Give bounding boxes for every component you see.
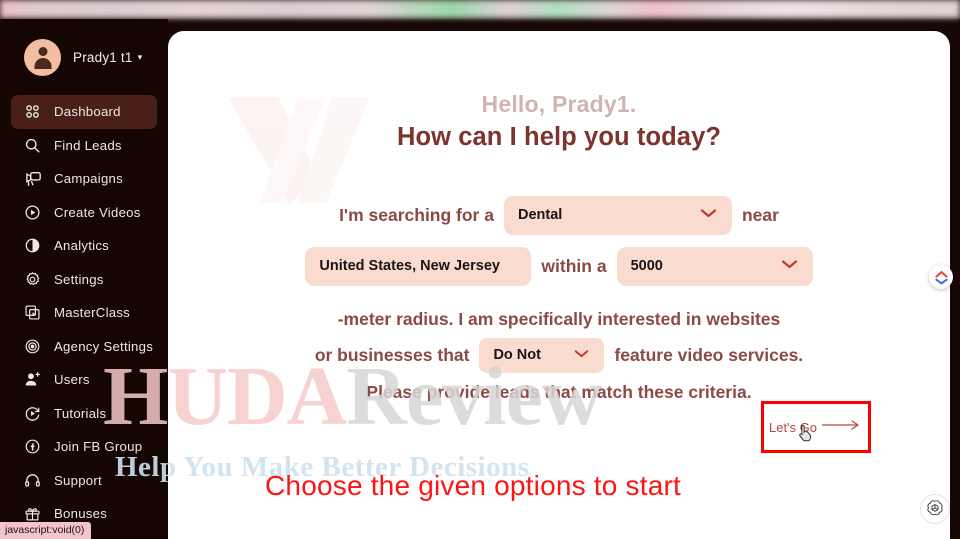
sidebar-item-support[interactable]: Support [11,464,157,498]
play-refresh-icon [22,403,43,424]
sidebar-item-dashboard[interactable]: Dashboard [11,95,157,129]
sidebar-label: Agency Settings [54,338,154,354]
label-or-businesses: or businesses that [314,344,470,365]
sidebar-label: Support [54,472,102,488]
hand-pointer-cursor [799,424,812,442]
label-please-provide: Please provide leads that match these cr… [366,381,752,402]
sidebar-item-analytics[interactable]: Analytics [11,229,157,263]
user-name-label: Prady1 t1 [73,49,133,65]
grid-icon [22,101,43,122]
gear-icon [22,269,43,290]
sidebar-item-settings[interactable]: Settings [11,263,157,297]
label-feature-video: feature video services. [614,344,804,365]
feature-value: Do Not [493,347,541,363]
prompt-line-1: I'm searching for a Dental near [168,193,950,237]
feature-dropdown[interactable]: Do Not [479,337,605,373]
play-circle-icon [22,202,43,223]
sidebar-label: Dashboard [54,104,121,120]
prompt-line-3: -meter radius. I am specifically interes… [168,306,950,332]
category-dropdown[interactable]: Dental [503,195,732,235]
user-avatar-icon [24,38,61,76]
label-searching-for: I'm searching for a [339,204,494,225]
sidebar-label: Join FB Group [54,439,143,455]
main-content-card: Hello, Prady1. How can I help you today?… [168,31,950,539]
target-gear-icon [22,336,43,357]
chevron-down-icon [573,347,590,363]
sidebar-label: Settings [54,271,104,287]
search-icon [22,135,43,156]
prompt-line-4: or businesses that Do Not feature video … [168,335,950,375]
sidebar-item-join-fb-group[interactable]: Join FB Group [11,430,157,464]
megaphone-icon [22,168,43,189]
sidebar-label: Analytics [54,238,110,254]
prompt-line-2: United States, New Jersey within a 5000 [168,244,950,288]
browser-toolbar-overlay [0,0,960,19]
sidebar-label: Find Leads [54,137,122,153]
sidebar-label: Bonuses [54,506,108,522]
headset-icon [22,470,43,491]
radius-dropdown[interactable]: 5000 [616,246,813,286]
openai-logo-icon[interactable] [920,494,950,524]
colored-chevron-widget-icon[interactable] [929,265,953,289]
sidebar: Prady1 t1 ▾ Dashboard Find Leads Campaig… [0,19,168,539]
video-stack-icon [22,302,43,323]
radius-value: 5000 [630,258,663,274]
lets-go-button[interactable]: Let's Go [761,401,871,453]
sidebar-label: Campaigns [54,171,123,187]
label-within-a: within a [541,255,607,276]
long-arrow-right-icon [821,418,863,436]
sidebar-item-users[interactable]: Users [11,363,157,397]
app-window: Prady1 t1 ▾ Dashboard Find Leads Campaig… [0,0,960,539]
label-meter-radius: -meter radius. I am specifically interes… [337,308,781,329]
sidebar-item-agency-settings[interactable]: Agency Settings [11,330,157,364]
user-add-icon [22,369,43,390]
label-near: near [741,204,779,225]
sidebar-label: Users [54,372,90,388]
sidebar-label: Tutorials [54,405,107,421]
chevron-down-icon[interactable]: ▾ [138,52,143,63]
location-value: United States, New Jersey [319,258,500,274]
browser-status-bar: javascript:void(0) [0,522,92,539]
location-input[interactable]: United States, New Jersey [305,246,532,286]
page-title: How can I help you today? [396,123,722,151]
pie-chart-icon [22,235,43,256]
sidebar-label: Create Videos [54,204,141,220]
sidebar-item-tutorials[interactable]: Tutorials [11,397,157,431]
user-profile-button[interactable]: Prady1 t1 ▾ [0,29,168,85]
facebook-icon [22,436,43,457]
chevron-down-icon [699,207,718,223]
category-value: Dental [517,207,563,223]
sidebar-item-masterclass[interactable]: MasterClass [11,296,157,330]
sidebar-item-find-leads[interactable]: Find Leads [11,129,157,163]
sidebar-label: MasterClass [54,305,131,321]
annotation-caption: Choose the given options to start [265,470,681,501]
sidebar-item-create-videos[interactable]: Create Videos [11,196,157,230]
greeting-text: Hello, Prady1. [481,91,637,117]
chevron-down-icon [780,258,799,274]
sidebar-item-campaigns[interactable]: Campaigns [11,162,157,196]
